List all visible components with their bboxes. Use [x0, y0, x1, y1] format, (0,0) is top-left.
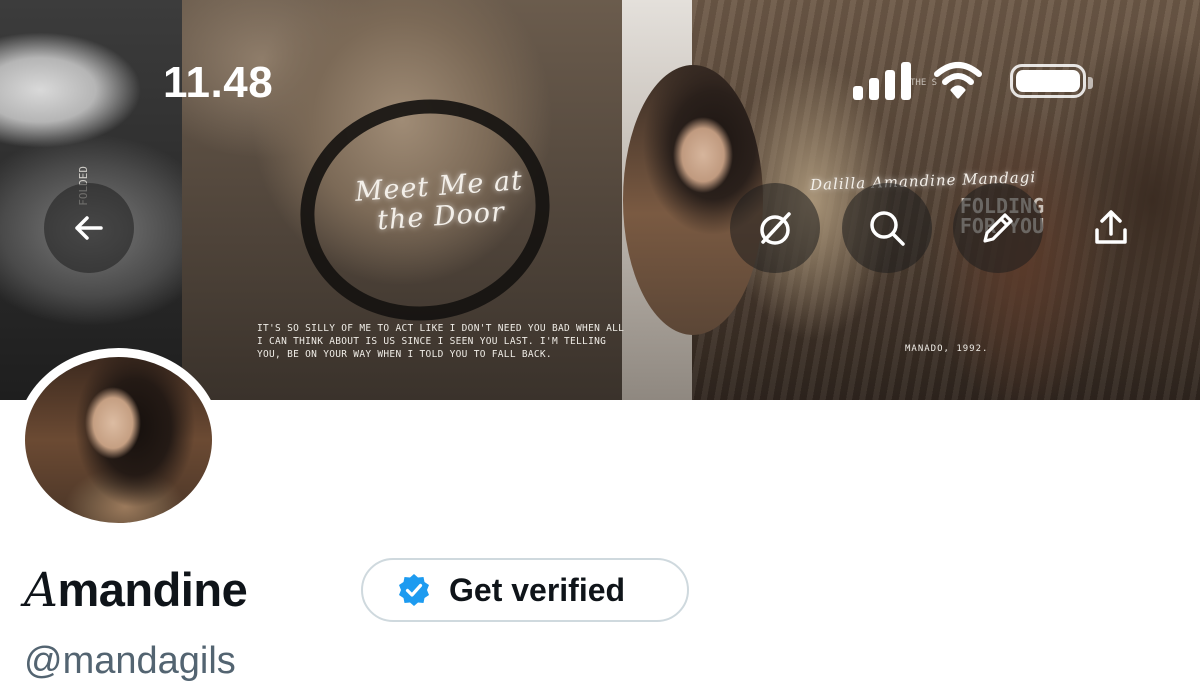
status-time: 11.48	[163, 58, 274, 107]
verified-badge-icon	[399, 574, 429, 606]
profile-handle: @mandagils	[24, 640, 236, 682]
display-name-initial: A	[24, 563, 58, 618]
banner-location-year: MANADO, 1992.	[905, 344, 989, 354]
get-verified-label: Get verified	[449, 571, 626, 608]
grok-button[interactable]	[730, 183, 820, 273]
cellular-signal-icon	[853, 62, 913, 100]
profile-avatar[interactable]	[16, 348, 221, 532]
wifi-icon	[933, 60, 983, 100]
profile-display-name: Amandine	[24, 562, 248, 618]
battery-icon	[1010, 64, 1093, 98]
avatar-photo	[25, 357, 212, 523]
banner-lyrics: IT'S SO SILLY OF ME TO ACT LIKE I DON'T …	[257, 323, 625, 360]
back-arrow-icon	[75, 216, 103, 240]
pencil-icon	[983, 213, 1013, 243]
share-icon	[1095, 210, 1127, 244]
grok-icon	[760, 212, 791, 245]
display-name-rest: mandine	[57, 563, 248, 616]
back-button[interactable]	[44, 183, 134, 273]
edit-button[interactable]	[953, 183, 1043, 273]
share-button[interactable]	[1066, 183, 1156, 273]
search-button[interactable]	[842, 183, 932, 273]
get-verified-button[interactable]: Get verified	[361, 558, 689, 622]
search-icon	[870, 211, 905, 246]
